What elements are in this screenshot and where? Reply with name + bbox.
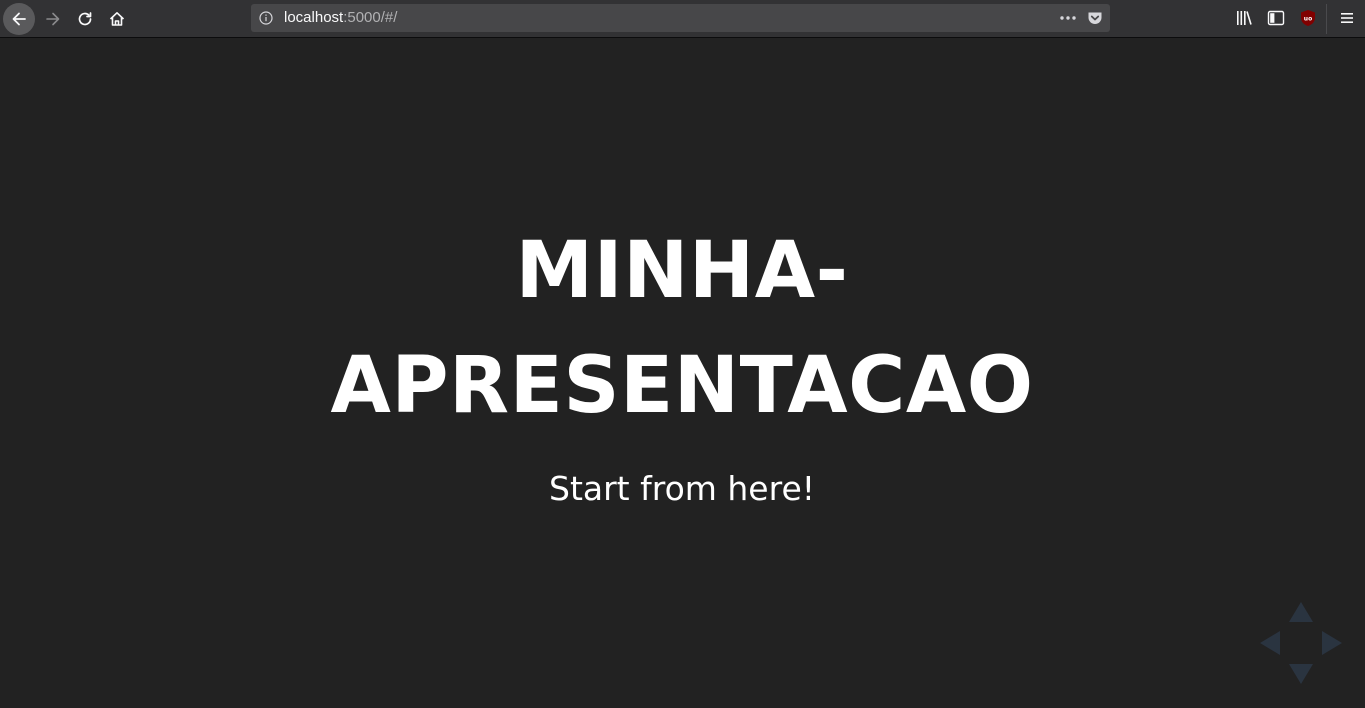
forward-arrow-icon xyxy=(46,12,60,26)
more-dots-icon[interactable] xyxy=(1058,10,1078,26)
pocket-icon[interactable] xyxy=(1087,10,1103,26)
back-button[interactable] xyxy=(3,3,35,35)
slide-subtitle: Start from here! xyxy=(549,469,815,508)
back-arrow-icon xyxy=(12,12,26,26)
info-icon[interactable] xyxy=(259,11,273,25)
sidebar-icon[interactable] xyxy=(1267,9,1285,27)
home-button[interactable] xyxy=(101,3,133,35)
url-bar[interactable]: localhost:5000/#/ xyxy=(251,4,1110,32)
presentation-slide: MINHA- APRESENTACAO Start from here! xyxy=(0,39,1365,708)
nav-down-arrow-icon[interactable] xyxy=(1289,664,1313,684)
slide-title-line2: APRESENTACAO xyxy=(330,341,1034,431)
url-text[interactable]: localhost:5000/#/ xyxy=(284,4,397,32)
slide-title: MINHA- APRESENTACAO xyxy=(282,214,1082,444)
library-icon[interactable] xyxy=(1235,9,1253,27)
slide-title-line1: MINHA- xyxy=(515,226,849,316)
svg-text:uo: uo xyxy=(1304,16,1312,23)
nav-left-arrow-icon[interactable] xyxy=(1260,631,1280,655)
nav-right-arrow-icon[interactable] xyxy=(1322,631,1342,655)
url-path: :5000/#/ xyxy=(343,9,398,26)
reload-icon xyxy=(78,12,92,26)
ublock-origin-icon[interactable]: uo xyxy=(1299,9,1317,27)
slide-navigation-controls xyxy=(1260,602,1342,684)
reload-button[interactable] xyxy=(69,3,101,35)
home-icon xyxy=(109,12,125,26)
url-host: localhost xyxy=(284,9,344,26)
nav-up-arrow-icon[interactable] xyxy=(1289,602,1313,622)
browser-toolbar: localhost:5000/#/ uo xyxy=(0,0,1365,38)
toolbar-separator xyxy=(1326,4,1327,34)
forward-button[interactable] xyxy=(37,3,69,35)
hamburger-menu-icon[interactable] xyxy=(1338,9,1356,27)
